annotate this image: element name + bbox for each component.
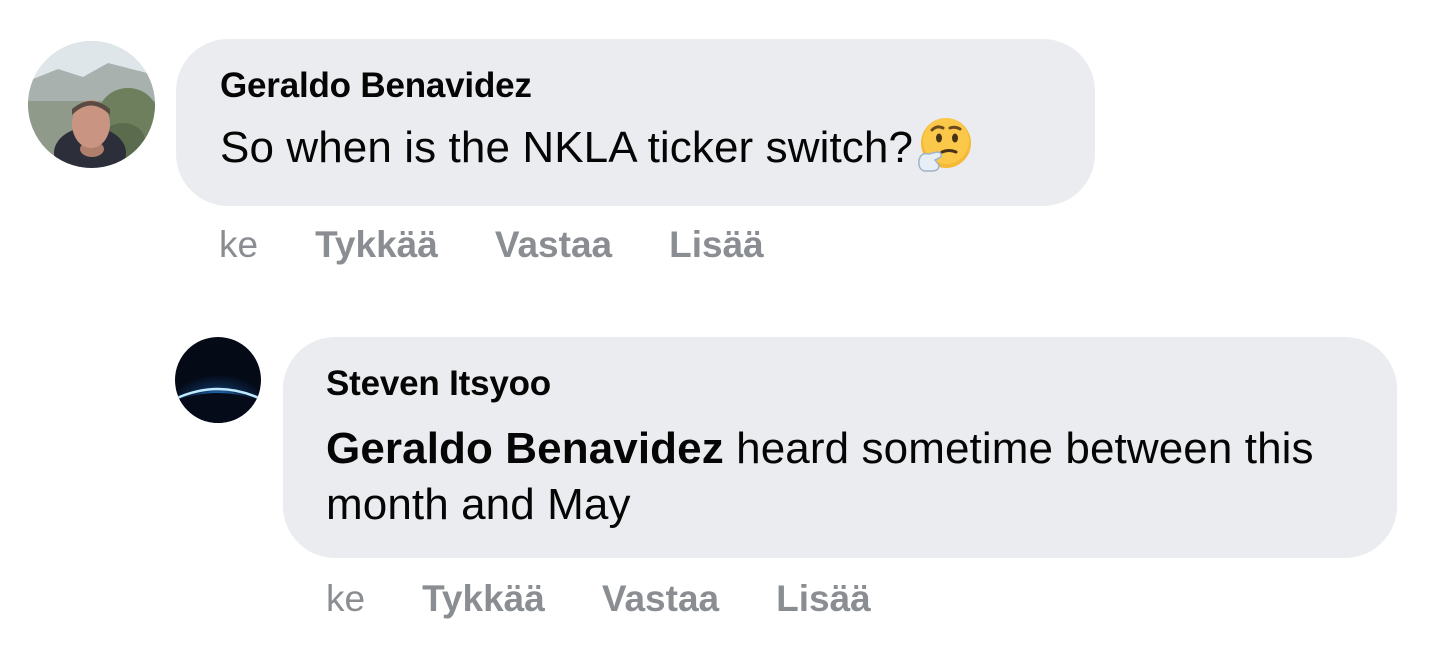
like-button[interactable]: Tykkää (315, 225, 438, 265)
comment-text-content: So when is the NKLA ticker switch? (220, 123, 914, 172)
like-button[interactable]: Tykkää (422, 579, 545, 619)
reply-button[interactable]: Vastaa (495, 225, 612, 265)
comment-actions-1: ke Tykkää Vastaa Lisää (219, 225, 764, 265)
comment-author-name[interactable]: Geraldo Benavidez (220, 66, 1055, 106)
comment-text: Geraldo Benavidez heard sometime between… (326, 421, 1357, 533)
profile-photo-icon (28, 41, 155, 168)
comment-bubble-1: Geraldo Benavidez So when is the NKLA ti… (176, 39, 1095, 206)
comment-bubble-2: Steven Itsyoo Geraldo Benavidez heard so… (283, 337, 1397, 558)
avatar-steven-itsyoo[interactable] (175, 337, 261, 423)
comment-author-name[interactable]: Steven Itsyoo (326, 364, 1357, 404)
comment-actions-2: ke Tykkää Vastaa Lisää (326, 579, 871, 619)
planet-horizon-icon (175, 337, 261, 423)
comment-timestamp[interactable]: ke (326, 579, 365, 619)
more-button[interactable]: Lisää (669, 225, 764, 265)
thinking-face-emoji-icon (915, 116, 973, 174)
reply-button[interactable]: Vastaa (602, 579, 719, 619)
comment-text: So when is the NKLA ticker switch? (220, 116, 1055, 176)
more-button[interactable]: Lisää (776, 579, 871, 619)
mention-link[interactable]: Geraldo Benavidez (326, 424, 724, 473)
avatar-geraldo-benavidez[interactable] (28, 41, 155, 168)
comment-timestamp[interactable]: ke (219, 225, 258, 265)
